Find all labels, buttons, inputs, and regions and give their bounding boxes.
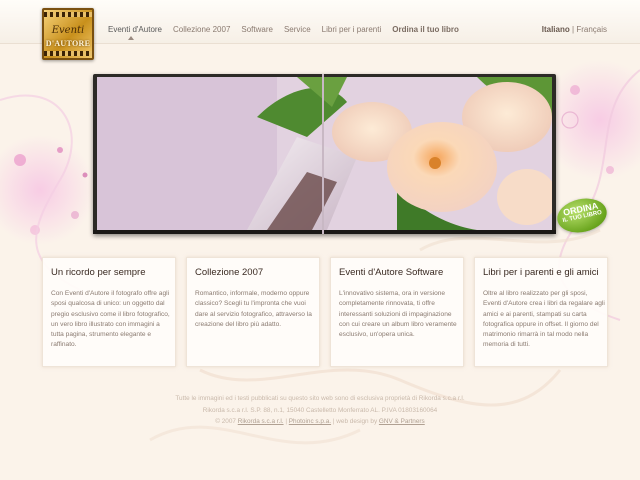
- footer-copyright-notice: Tutte le immagini ed i testi pubblicati …: [175, 395, 465, 402]
- box-text: Con Eventi d'Autore il fotografo offre a…: [51, 290, 170, 349]
- roses-photo: [97, 77, 552, 230]
- nav-item-eventi-dautore[interactable]: Eventi d'Autore: [108, 25, 162, 34]
- film-strip-bottom: [44, 51, 92, 56]
- lang-francais-link[interactable]: Français: [576, 25, 607, 34]
- footer-link-gnv[interactable]: GNV & Partners: [379, 418, 425, 425]
- info-box-collezione: Collezione 2007 Romantico, informale, mo…: [186, 257, 320, 367]
- lang-separator: |: [572, 25, 575, 34]
- nav-item-service[interactable]: Service: [284, 25, 311, 34]
- lang-italiano-link[interactable]: Italiano: [542, 25, 570, 34]
- box-title: Libri per i parenti e gli amici: [483, 267, 599, 278]
- language-switcher: Italiano | Français: [542, 25, 607, 34]
- footer-webdesign-label: | web design by: [332, 418, 378, 425]
- footer-year: © 2007: [215, 418, 236, 425]
- logo-text-line1: Eventi: [51, 25, 85, 36]
- book-edge: [93, 230, 556, 234]
- info-box-ricordo: Un ricordo per sempre Con Eventi d'Autor…: [42, 257, 176, 367]
- book-pages: [97, 77, 552, 230]
- brand-logo[interactable]: Eventi D'AUTORE: [42, 8, 94, 60]
- info-box-libri-parenti: Libri per i parenti e gli amici Oltre al…: [474, 257, 608, 367]
- nav-item-collezione-2007[interactable]: Collezione 2007: [173, 25, 230, 34]
- box-text: Romantico, informale, moderno oppure cla…: [195, 290, 312, 328]
- box-title: Eventi d'Autore Software: [339, 267, 444, 278]
- photo-book-image: [93, 74, 556, 234]
- nav-item-ordina-il-tuo-libro[interactable]: Ordina il tuo libro: [392, 25, 459, 34]
- film-strip-top: [44, 12, 92, 17]
- box-title: Un ricordo per sempre: [51, 267, 146, 278]
- site-footer: Tutte le immagini ed i testi pubblicati …: [0, 393, 640, 428]
- footer-credits: © 2007 Rikorda s.c.a r.l. | Photoinc s.p…: [215, 418, 425, 425]
- footer-link-photoinc[interactable]: Photoinc s.p.a.: [289, 418, 331, 425]
- info-box-software: Eventi d'Autore Software L'innovativo si…: [330, 257, 464, 367]
- footer-link-rikorda[interactable]: Rikorda s.c.a r.l.: [238, 418, 284, 425]
- main-navigation: Eventi d'Autore Collezione 2007 Software…: [108, 25, 470, 34]
- nav-item-software[interactable]: Software: [241, 25, 273, 34]
- nav-item-libri-per-i-parenti[interactable]: Libri per i parenti: [322, 25, 382, 34]
- book-spine: [322, 74, 324, 234]
- logo-text-line2: D'AUTORE: [45, 39, 91, 48]
- box-text: Oltre al libro realizzato per gli sposi,…: [483, 290, 605, 349]
- header-bar: [0, 0, 640, 44]
- footer-company-address: Rikorda s.c.a r.l. S.P. 88, n.1, 15040 C…: [202, 406, 438, 414]
- box-title: Collezione 2007: [195, 267, 264, 278]
- active-nav-indicator-icon: [128, 36, 134, 40]
- box-text: L'innovativo sistema, ora in versione co…: [339, 290, 457, 339]
